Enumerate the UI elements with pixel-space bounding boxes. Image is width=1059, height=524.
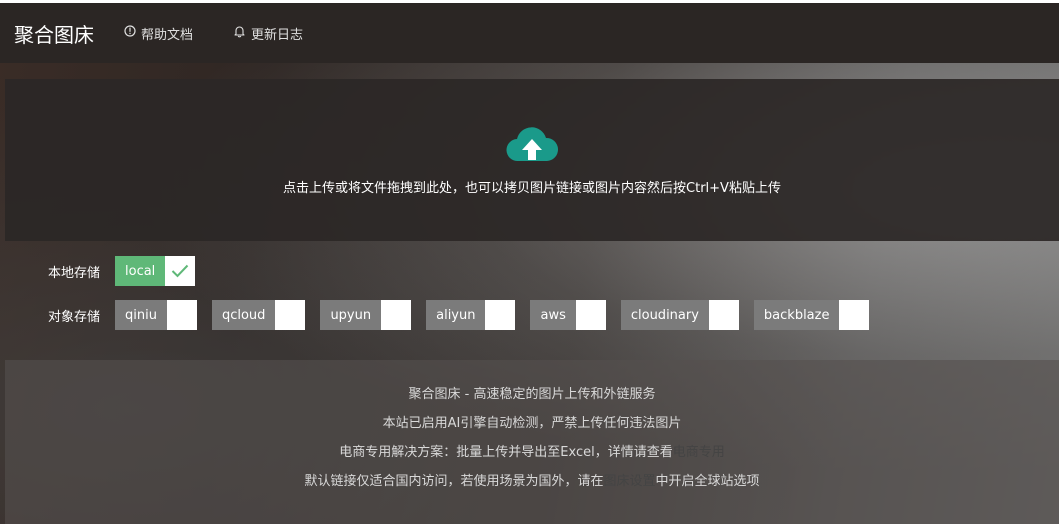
upload-dropzone[interactable]: 点击上传或将文件拖拽到此处，也可以拷贝图片链接或图片内容然后按Ctrl+V粘贴上… (5, 79, 1059, 241)
nav-link-help-label: 帮助文档 (141, 27, 194, 43)
checkbox-empty (485, 300, 516, 330)
upload-instruction: 点击上传或将文件拖拽到此处，也可以拷贝图片链接或图片内容然后按Ctrl+V粘贴上… (283, 181, 781, 196)
footer-global-text-pre: 默认链接仅适合国内访问，若使用场景为国外，请在 (304, 474, 604, 489)
nav-link-help[interactable]: 帮助文档 (124, 24, 193, 43)
checkbox-empty (708, 300, 739, 330)
brand-title[interactable]: 聚合图床 (14, 19, 94, 48)
storage-option-aws[interactable]: aws (530, 300, 606, 330)
object-storage-row: 对象存储 qiniu qcloud upyun aliyun aws cloud… (0, 300, 884, 330)
checkbox-empty (381, 300, 412, 330)
storage-option-backblaze[interactable]: backblaze (753, 300, 870, 330)
local-storage-label: 本地存储 (47, 265, 100, 281)
footer-global-line: 默认链接仅适合国内访问，若使用场景为国外，请在图床设置中开启全球站选项 (5, 467, 1059, 496)
storage-option-label: local (115, 256, 166, 286)
footer-global-text-post: 中开启全球站选项 (655, 474, 760, 489)
storage-option-label: backblaze (753, 300, 840, 330)
storage-option-upyun[interactable]: upyun (320, 300, 412, 330)
storage-option-label: qcloud (211, 300, 276, 330)
storage-option-label: upyun (320, 300, 382, 330)
navbar: 聚合图床 帮助文档 更新日志 (0, 3, 1059, 63)
footer-ai-notice: 本站已启用AI引擎自动检测，严禁上传任何违法图片 (382, 416, 682, 431)
storage-option-label: qiniu (115, 300, 167, 330)
storage-option-label: aws (530, 300, 576, 330)
info-icon (124, 25, 141, 41)
checkbox-empty (839, 300, 870, 330)
bell-icon (233, 25, 251, 42)
checkbox-empty (275, 300, 306, 330)
storage-option-cloudinary[interactable]: cloudinary (620, 300, 739, 330)
checkbox-empty (166, 300, 197, 330)
nav-link-changelog-label: 更新日志 (251, 27, 304, 43)
footer-ecommerce-text: 电商专用解决方案：批量上传并导出至Excel，详情请查看 (339, 445, 673, 460)
checkbox-empty (575, 300, 606, 330)
object-storage-label: 对象存储 (47, 309, 100, 325)
storage-option-aliyun[interactable]: aliyun (426, 300, 516, 330)
checkmark-icon (165, 256, 196, 286)
nav-link-changelog[interactable]: 更新日志 (233, 24, 303, 43)
storage-option-qiniu[interactable]: qiniu (115, 300, 197, 330)
storage-option-label: aliyun (426, 300, 486, 330)
storage-option-local[interactable]: local (115, 256, 196, 286)
storage-option-label: cloudinary (620, 300, 709, 330)
footer-tagline: 聚合图床 - 高速稳定的图片上传和外链服务 (408, 387, 656, 402)
ecommerce-link[interactable]: 电商专用 (673, 445, 725, 460)
local-storage-row: 本地存储 local (0, 256, 210, 286)
footer-info-panel: 聚合图床 - 高速稳定的图片上传和外链服务 本站已启用AI引擎自动检测，严禁上传… (5, 360, 1059, 524)
image-host-settings-link[interactable]: 图床设置 (603, 474, 655, 489)
storage-option-qcloud[interactable]: qcloud (211, 300, 306, 330)
footer-ecommerce-line: 电商专用解决方案：批量上传并导出至Excel，详情请查看电商专用 (5, 438, 1059, 467)
cloud-upload-icon (506, 127, 559, 167)
